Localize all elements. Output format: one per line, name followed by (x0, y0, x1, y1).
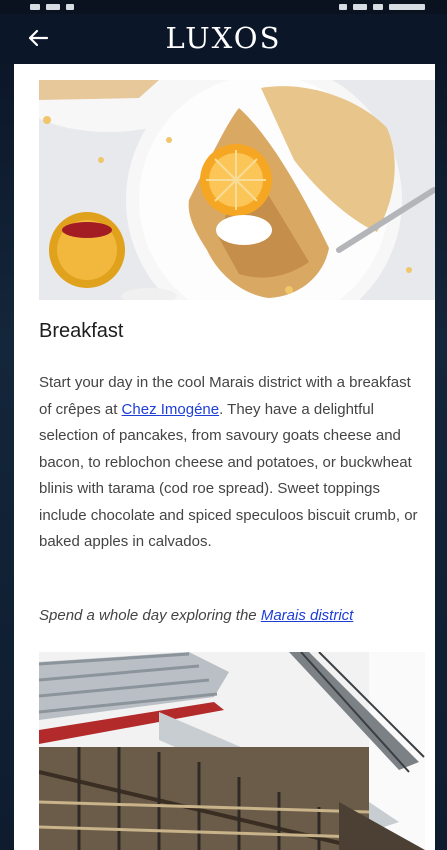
app-title: LUXOS (165, 21, 282, 55)
note-text: Spend a whole day exploring the (39, 607, 261, 624)
status-right-indicators (333, 0, 443, 10)
app-screen: LUXOS Breakfast Start your day in the co… (0, 0, 447, 850)
article-content: Breakfast Start your day in the cool Mar… (14, 64, 435, 850)
article-image-building (39, 652, 425, 850)
paragraph-text-end: . They have a delightful selection of pa… (39, 400, 418, 551)
status-left-indicators (30, 0, 100, 10)
hero-image-crepes (39, 80, 435, 300)
status-bar (0, 0, 447, 14)
marais-district-link[interactable]: Marais district (261, 607, 354, 624)
section-heading-breakfast: Breakfast (39, 320, 124, 342)
app-bar: LUXOS (0, 14, 447, 64)
explore-note: Spend a whole day exploring the Marais d… (39, 607, 424, 624)
article-paragraph: Start your day in the cool Marais distri… (39, 370, 419, 556)
chez-imogene-link[interactable]: Chez Imogéne (122, 401, 220, 418)
